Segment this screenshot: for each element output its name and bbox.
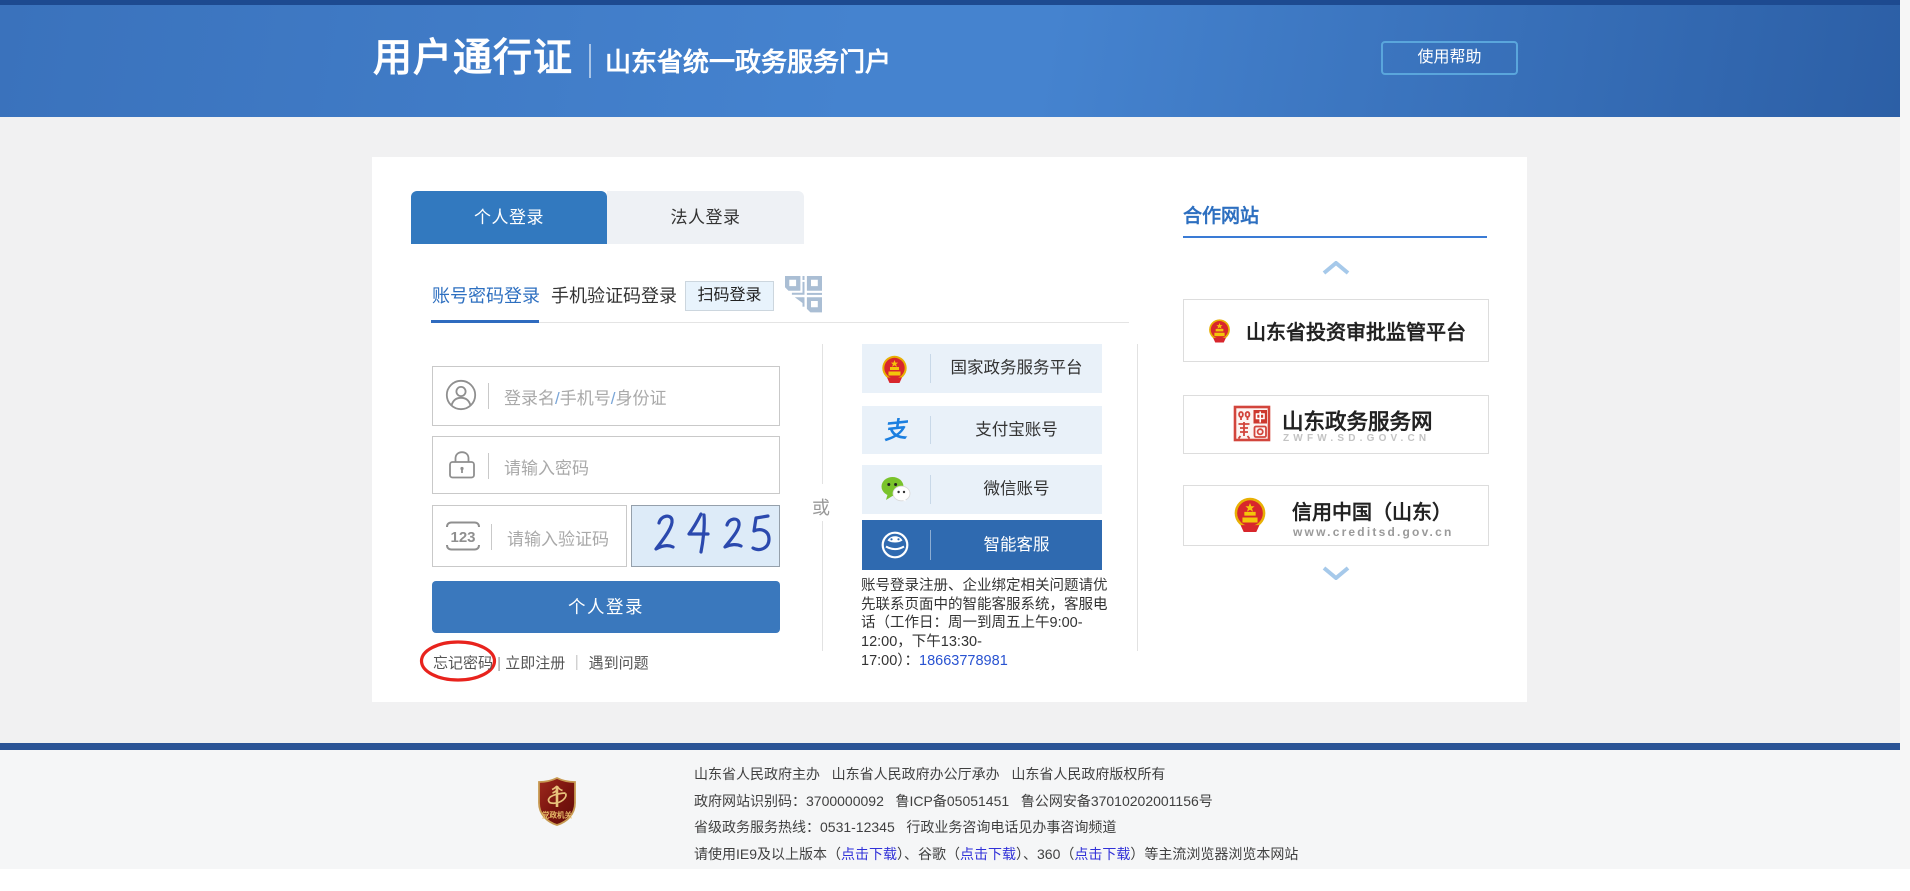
svg-text:支: 支 bbox=[882, 418, 908, 442]
svg-text:党政机关: 党政机关 bbox=[542, 810, 572, 820]
svg-text:123: 123 bbox=[450, 529, 475, 546]
